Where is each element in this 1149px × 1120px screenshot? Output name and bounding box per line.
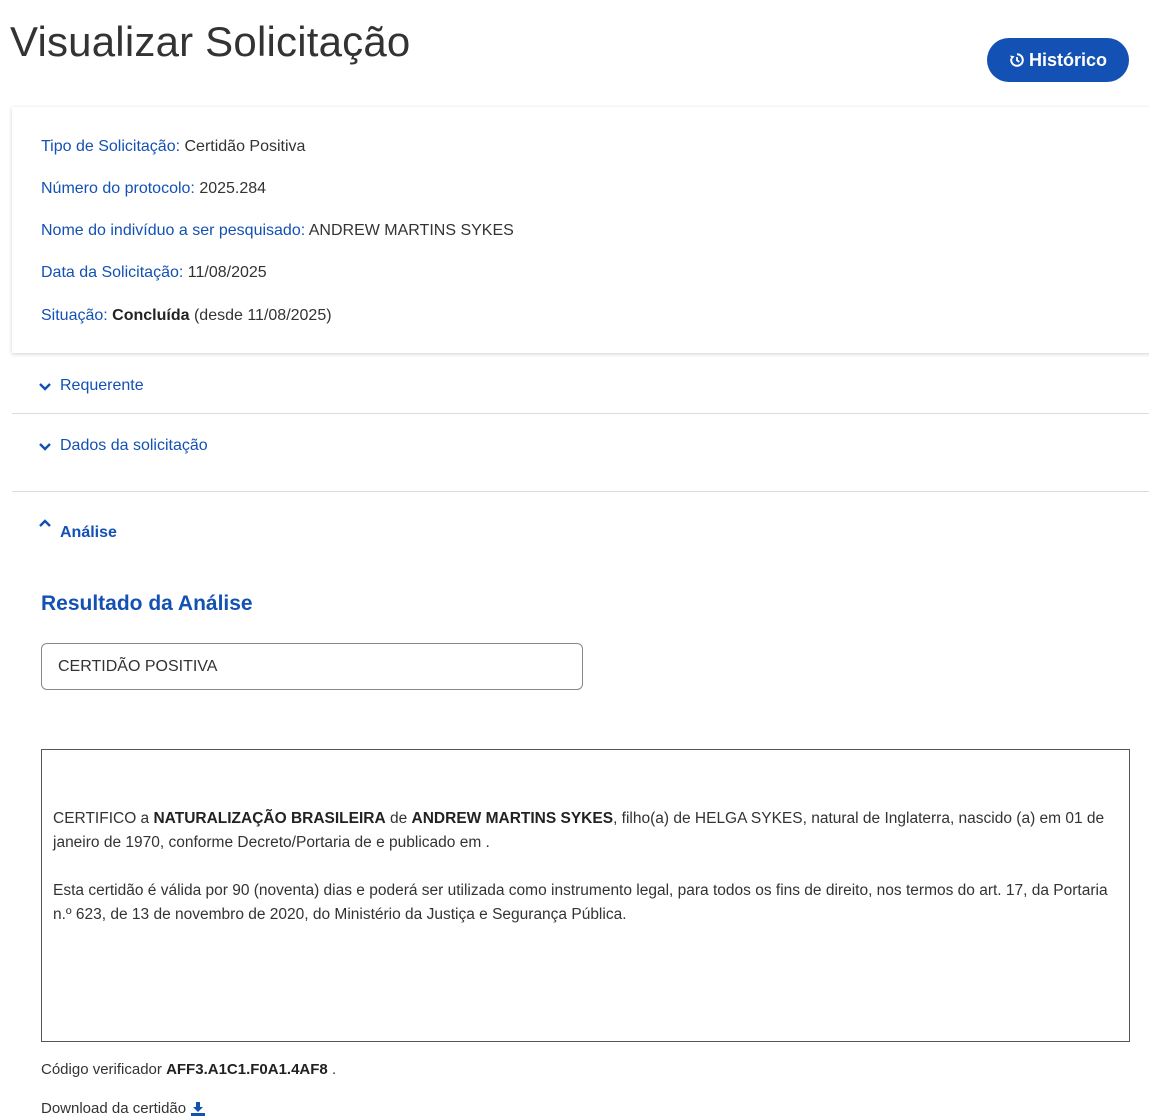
info-row-protocolo: Número do protocolo: 2025.284 [41, 180, 267, 197]
protocolo-label: Número do protocolo [41, 180, 191, 197]
info-row-situacao: Situação: Concluída (desde 11/08/2025) [41, 307, 332, 324]
download-icon[interactable] [191, 1101, 206, 1116]
history-button-label: Histórico [1028, 49, 1107, 70]
result-value: CERTIDÃO POSITIVA [58, 657, 218, 675]
history-icon [1009, 53, 1024, 67]
history-button[interactable]: Histórico [987, 38, 1129, 82]
section-analise-label: Análise [60, 524, 117, 541]
tipo-value: Certidão Positiva [184, 138, 306, 155]
nome-label: Nome do indivíduo a ser pesquisado [41, 222, 301, 239]
cert-text: de [385, 810, 412, 827]
nome-value: ANDREW MARTINS SYKES [308, 222, 514, 239]
page-title: Visualizar Solicitação [10, 18, 411, 65]
situacao-label: Situação [41, 307, 104, 324]
chevron-down-icon [39, 443, 51, 451]
info-row-nome: Nome do indivíduo a ser pesquisado: ANDR… [41, 222, 514, 239]
result-field[interactable]: CERTIDÃO POSITIVA [41, 643, 583, 690]
data-label: Data da Solicitação [41, 264, 179, 281]
certificate-paragraph-1: CERTIFICO a NATURALIZAÇÃO BRASILEIRA de … [53, 807, 1119, 855]
protocolo-value: 2025.284 [199, 180, 267, 197]
section-analise-toggle[interactable]: Análise [38, 517, 117, 542]
chevron-up-icon [39, 519, 51, 527]
section-requerente-label: Requerente [60, 377, 144, 394]
cert-person-name: ANDREW MARTINS SYKES [411, 810, 614, 827]
data-value: 11/08/2025 [187, 264, 267, 281]
verification-code-line: Código verificador AFF3.A1C1.F0A1.4AF8 . [41, 1061, 336, 1078]
divider [12, 491, 1149, 492]
chevron-down-icon [39, 383, 51, 391]
request-info-card: Tipo de Solicitação: Certidão Positiva N… [12, 107, 1149, 353]
verification-label: Código verificador [41, 1061, 167, 1078]
tipo-label: Tipo de Solicitação [41, 138, 176, 155]
section-requerente-toggle[interactable]: Requerente [38, 377, 144, 395]
result-title: Resultado da Análise [41, 592, 253, 615]
verification-code: AFF3.A1C1.F0A1.4AF8 [166, 1061, 328, 1078]
cert-text: CERTIFICO a [53, 810, 154, 827]
info-row-data: Data da Solicitação: 11/08/2025 [41, 264, 267, 281]
download-label: Download da certidão [41, 1100, 187, 1117]
situacao-value: Concluída [112, 307, 190, 324]
section-dados-label: Dados da solicitação [60, 437, 208, 454]
cert-naturalization: NATURALIZAÇÃO BRASILEIRA [153, 810, 386, 827]
certificate-paragraph-2: Esta certidão é válida por 90 (noventa) … [53, 882, 1108, 923]
verification-end: . [327, 1061, 337, 1078]
download-link[interactable]: Download da certidão [41, 1100, 206, 1117]
situacao-since: (desde 11/08/2025) [193, 307, 332, 324]
info-row-tipo: Tipo de Solicitação: Certidão Positiva [41, 138, 306, 155]
certificate-text-box: CERTIFICO a NATURALIZAÇÃO BRASILEIRA de … [41, 749, 1130, 1042]
section-dados-toggle[interactable]: Dados da solicitação [38, 437, 208, 455]
divider [12, 413, 1149, 414]
